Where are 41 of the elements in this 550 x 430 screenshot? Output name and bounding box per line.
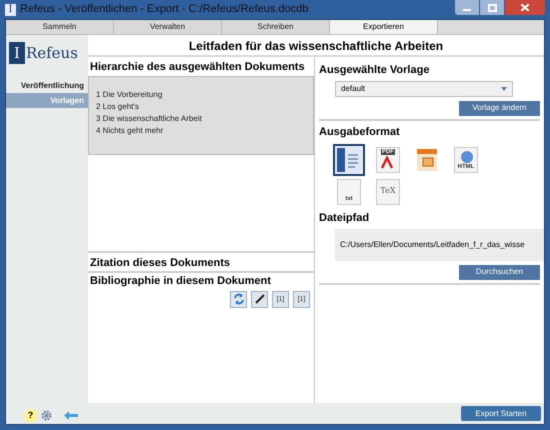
browse-button[interactable]: Durchsuchen — [459, 264, 540, 280]
outline-item[interactable]: 4 Nichts geht mehr — [96, 124, 313, 136]
minimize-button[interactable] — [455, 0, 479, 15]
document-icon — [336, 147, 362, 173]
format-label: TeX — [380, 187, 396, 195]
export-button[interactable]: Export Starten — [461, 406, 541, 421]
maximize-icon — [488, 4, 496, 12]
section-heading: Ausgabeformat — [319, 124, 401, 140]
format-option[interactable]: TeX — [372, 176, 404, 208]
help-button[interactable]: ? — [24, 408, 37, 422]
logo: I Refeus — [9, 42, 85, 64]
outline-item[interactable]: 2 Los geht's — [96, 100, 313, 112]
document-title: Leitfaden für das wissenschaftliche Arbeiten — [88, 35, 544, 57]
sidebar-item[interactable]: Veröffentlichung — [6, 78, 88, 93]
outline-item[interactable]: 3 Die wissenschaftliche Arbeit — [96, 112, 313, 124]
section-heading: Ausgewählte Vorlage — [319, 63, 430, 78]
section-heading: Dateipfad — [319, 211, 370, 226]
back-arrow-icon[interactable] — [64, 410, 78, 420]
app-icon: I — [5, 4, 16, 16]
pdf-icon — [380, 156, 394, 170]
tab[interactable]: Exportieren — [330, 20, 438, 34]
dropdown-caret-icon — [501, 86, 507, 90]
template-dropdown[interactable]: default — [335, 80, 513, 96]
change-template-button[interactable]: Vorlage ändern — [459, 100, 540, 116]
format-option[interactable] — [333, 144, 365, 176]
section-heading: Zitation dieses Dokuments — [88, 251, 314, 271]
globe-icon — [459, 150, 475, 164]
slides-icon — [414, 147, 440, 173]
refresh-icon — [232, 293, 244, 305]
close-button[interactable] — [505, 0, 545, 15]
file-path-field[interactable]: C:/Users/Ellen/Documents/Leitfaden_f_r_das_wisse — [335, 228, 544, 260]
close-icon — [521, 4, 529, 11]
settings-icon[interactable] — [41, 410, 52, 420]
outline-item[interactable]: 1 Die Vorbereitung — [96, 88, 313, 100]
toolbar-button[interactable] — [251, 290, 268, 308]
section-heading: Hierarchie des ausgewählten Dokuments — [89, 60, 306, 75]
maximize-button[interactable] — [480, 0, 504, 15]
minimize-icon — [463, 9, 471, 11]
pencil-icon — [254, 293, 266, 305]
section-heading: Bibliographie in diesem Dokument — [90, 274, 272, 289]
window-title: Refeus - Veröffentlichen - Export - C:/Refeus/Refeus.docdb — [20, 2, 308, 18]
